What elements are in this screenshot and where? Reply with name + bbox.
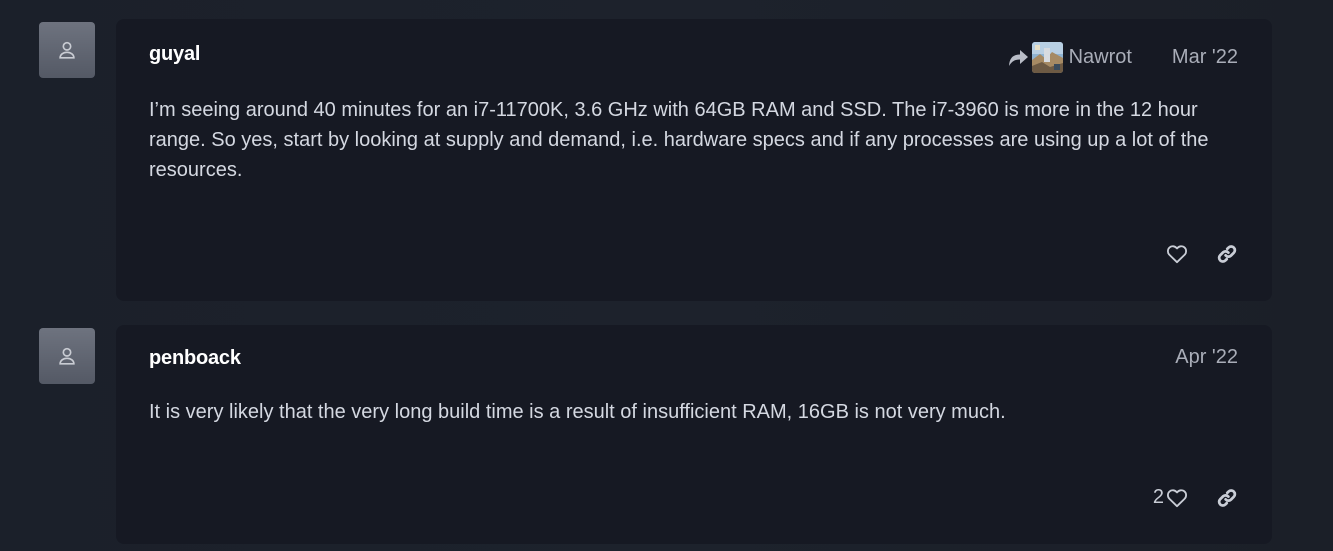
reply-to-tab[interactable]: Nawrot: [1007, 42, 1132, 73]
user-icon: [59, 41, 75, 59]
like-button[interactable]: 2: [1153, 486, 1188, 509]
reply-to-username: Nawrot: [1068, 46, 1132, 68]
link-icon: [1217, 488, 1237, 507]
like-button[interactable]: [1166, 244, 1188, 264]
post-card: guyal Nawrot Mar '22 I’m seeing around 4…: [116, 19, 1272, 301]
post-meta: Nawrot Mar '22: [1007, 42, 1238, 73]
avatar[interactable]: [39, 22, 95, 78]
post-body: I’m seeing around 40 minutes for an i7-1…: [149, 99, 1209, 181]
share-arrow-icon: [1008, 49, 1028, 66]
post-date[interactable]: Apr '22: [1175, 346, 1238, 369]
post-actions: 2: [1153, 486, 1238, 509]
like-count: 2: [1152, 486, 1164, 508]
heart-icon: [1167, 245, 1187, 264]
post-card: penboack Apr '22 It is very likely that …: [116, 325, 1272, 544]
post-body: It is very likely that the very long bui…: [149, 401, 1006, 423]
user-icon: [59, 347, 75, 365]
copy-link-button[interactable]: [1216, 487, 1238, 509]
heart-icon: [1167, 488, 1187, 507]
reply-to-avatar: [1031, 42, 1063, 73]
post-actions: [1166, 243, 1238, 265]
post-author[interactable]: penboack: [149, 347, 241, 370]
post-meta: Apr '22: [1175, 346, 1238, 369]
copy-link-button[interactable]: [1216, 243, 1238, 265]
post-author[interactable]: guyal: [149, 43, 200, 66]
post-date[interactable]: Mar '22: [1172, 46, 1238, 69]
avatar[interactable]: [39, 328, 95, 384]
link-icon: [1217, 245, 1237, 263]
